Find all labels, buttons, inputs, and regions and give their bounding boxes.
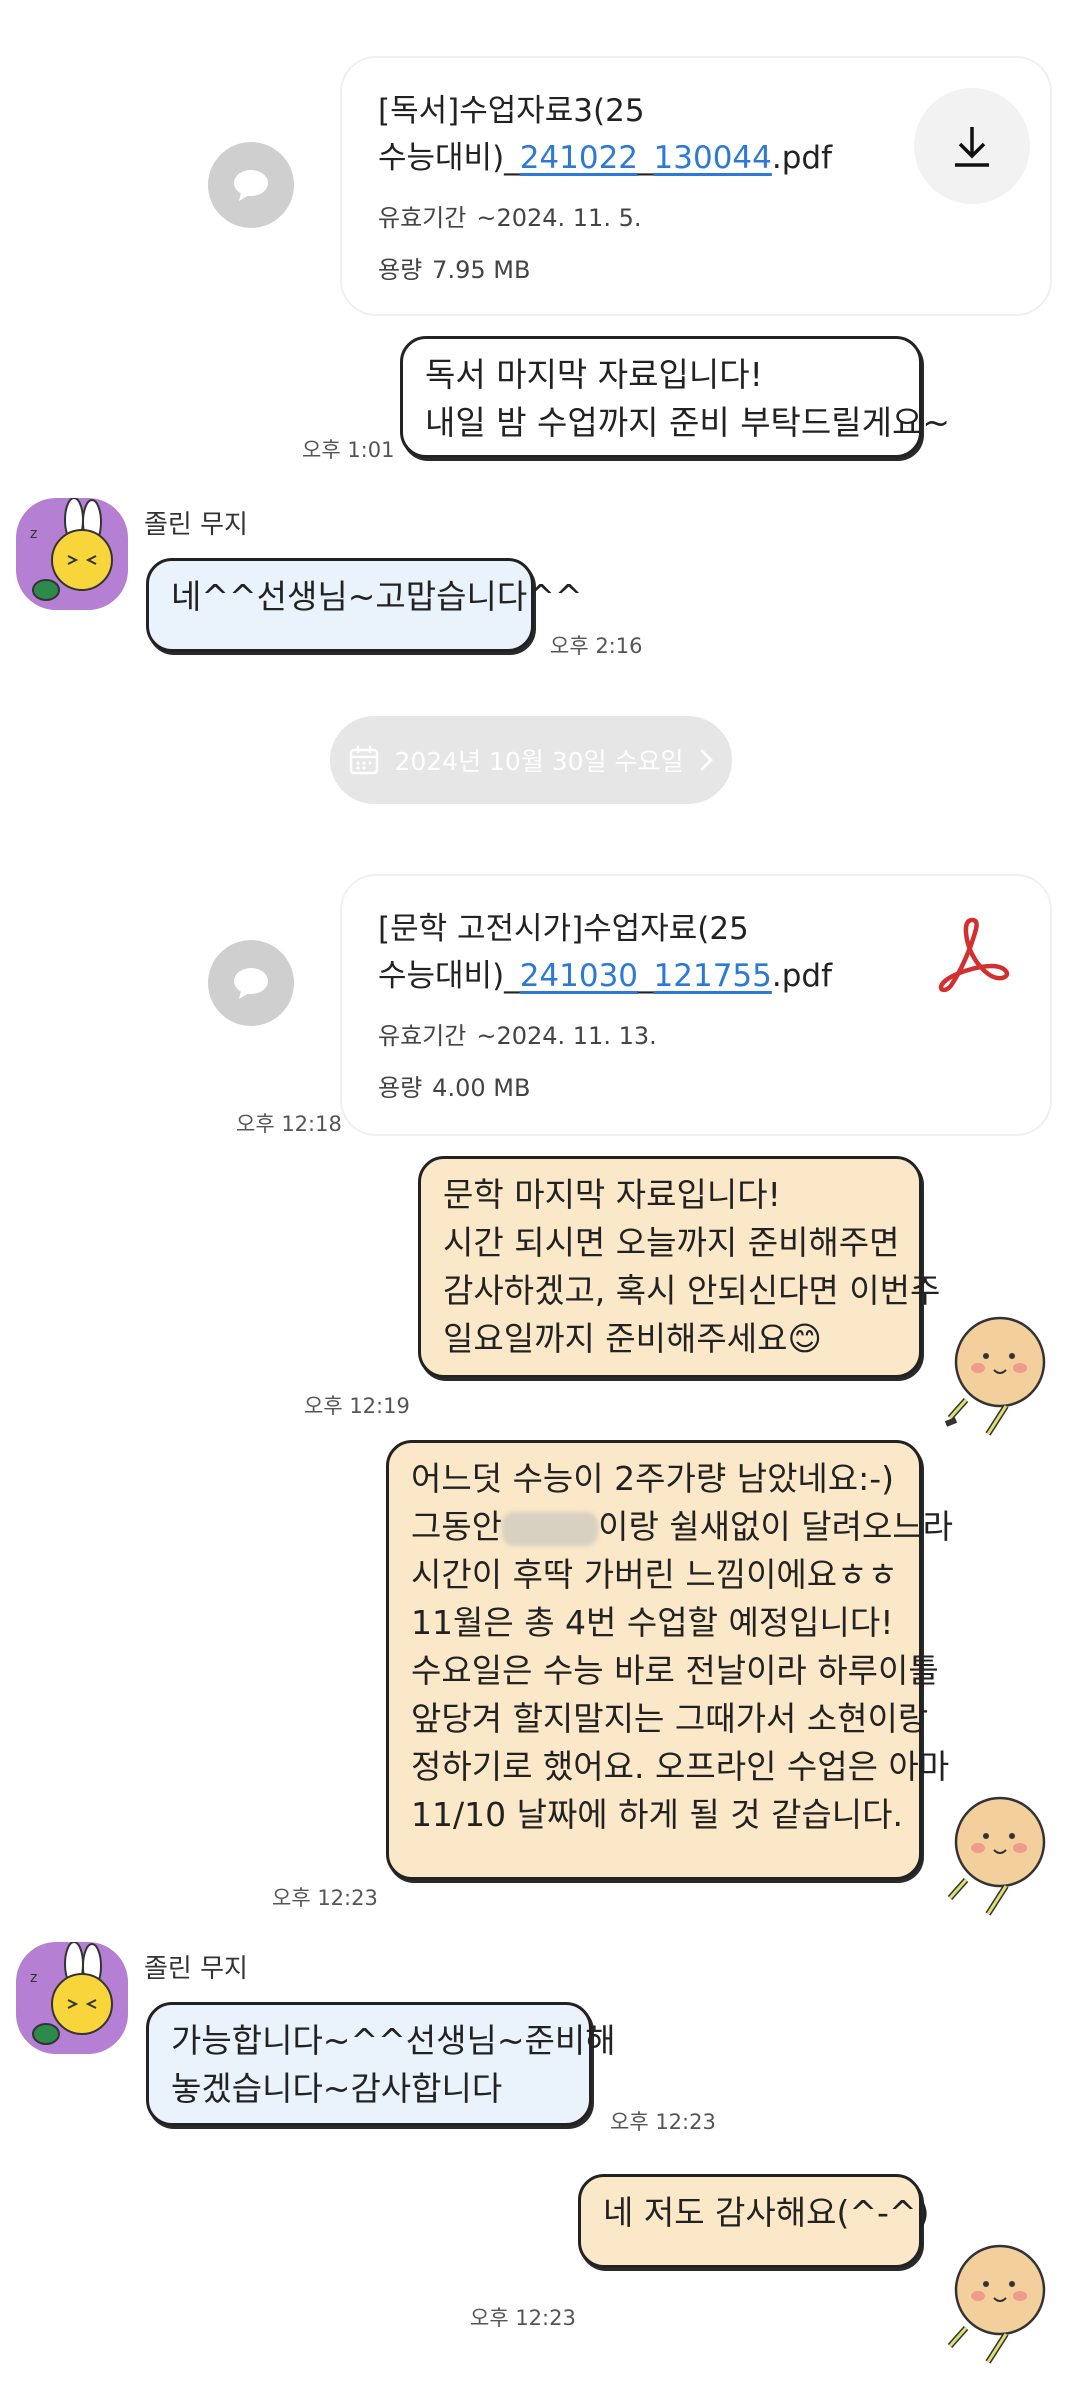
share-icon[interactable] <box>208 940 294 1026</box>
file-size: 용량 4.00 MB <box>378 1074 531 1102</box>
message-bubble[interactable]: 독서 마지막 자료입니다! 내일 밤 수업까지 준비 부탁드릴게요~ <box>400 336 950 458</box>
date-divider-label: 2024년 10월 30일 수요일 <box>394 747 684 776</box>
sticker-icon <box>947 2244 1046 2364</box>
message-time: 오후 2:16 <box>550 634 643 658</box>
sticker-icon <box>947 1796 1046 1916</box>
sender-name: 졸린 무지 <box>144 510 248 540</box>
file-name-link[interactable]: 130044 <box>654 140 772 176</box>
download-button[interactable] <box>914 88 1030 204</box>
file-card-reading[interactable]: [독서]수업자료3(25 수능대비)_241022_130044.pdf 유효기… <box>340 56 1052 316</box>
file-size: 용량 7.95 MB <box>378 256 531 284</box>
message-time: 오후 12:19 <box>304 1394 410 1418</box>
message-time: 오후 1:01 <box>302 438 395 462</box>
share-icon[interactable] <box>208 142 294 228</box>
avatar[interactable]: z <box>16 498 128 610</box>
calendar-icon <box>350 746 379 775</box>
file-expiry: 유효기간 ~2024. 11. 13. <box>378 1022 657 1050</box>
message-bubble[interactable]: 어느덧 수능이 2주가량 남았네요:-) 그동안 이랑 쉴새없이 달려오느라 시간… <box>386 1440 953 1880</box>
message-time: 오후 12:23 <box>272 1886 378 1910</box>
message-bubble[interactable]: 네^^선생님~고맙습니다^^ <box>146 558 583 652</box>
avatar[interactable]: z <box>16 1942 128 2054</box>
file-name: [문학 고전시가]수업자료(25 수능대비)_241030_121755.pdf <box>378 911 832 994</box>
chevron-right-icon <box>699 749 713 771</box>
file-name: [독서]수업자료3(25 수능대비)_241022_130044.pdf <box>378 93 832 176</box>
redacted-name <box>502 1511 599 1546</box>
file-name-link[interactable]: 121755 <box>654 958 772 994</box>
message-bubble[interactable]: 가능합니다~^^선생님~준비해 놓겠습니다~감사합니다 <box>146 2002 616 2126</box>
sticker-icon <box>944 1316 1046 1436</box>
message-time: 오후 12:18 <box>236 1112 342 1136</box>
file-card-literature[interactable]: [문학 고전시가]수업자료(25 수능대비)_241030_121755.pdf… <box>340 874 1052 1136</box>
date-divider[interactable]: 2024년 10월 30일 수요일 <box>330 716 732 804</box>
message-time: 오후 12:23 <box>470 2306 576 2330</box>
file-name-link[interactable]: 241022 <box>520 140 638 176</box>
message-bubble[interactable]: 문학 마지막 자료입니다! 시간 되시면 오늘까지 준비해주면 감사하겠고, 혹… <box>418 1156 940 1378</box>
svg-text:z: z <box>30 526 37 542</box>
download-icon <box>955 127 989 167</box>
file-expiry: 유효기간 ~2024. 11. 5. <box>378 204 642 232</box>
message-bubble[interactable]: 네 저도 감사해요(^-^) <box>578 2174 929 2268</box>
sender-name: 졸린 무지 <box>144 1954 248 1984</box>
file-name-link[interactable]: 241030 <box>520 958 638 994</box>
svg-text:z: z <box>30 1970 37 1986</box>
message-time: 오후 12:23 <box>610 2110 716 2134</box>
pdf-icon <box>932 912 1012 993</box>
